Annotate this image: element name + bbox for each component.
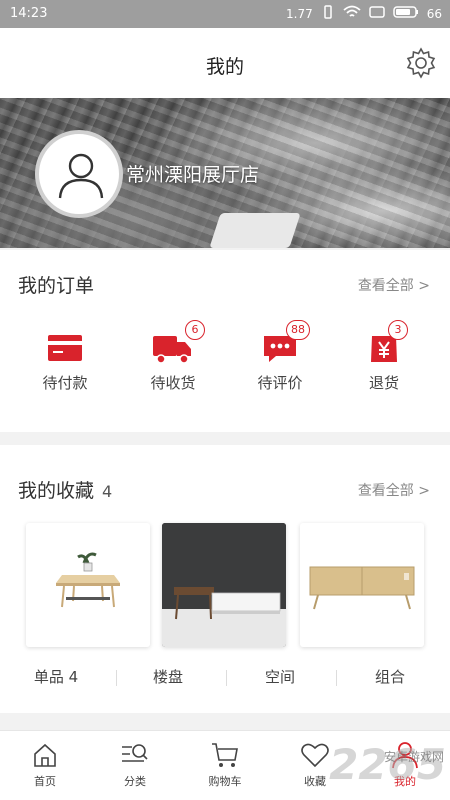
nav-label: 分类 [124, 775, 146, 788]
nav-label: 首页 [34, 775, 56, 788]
favorites-title: 我的收藏 4 [18, 480, 113, 502]
user-icon [58, 153, 104, 199]
nav-category[interactable]: 分类 [90, 739, 180, 789]
order-return[interactable]: 3 退货 [344, 320, 424, 393]
favorites-count: 4 [102, 482, 113, 501]
vibrate-icon [321, 5, 335, 22]
home-icon [34, 743, 56, 767]
avatar[interactable] [35, 130, 123, 218]
sideboard-image [309, 566, 415, 610]
order-label: 待收货 [150, 374, 196, 392]
battery-icon [392, 5, 419, 22]
card-icon [48, 335, 82, 361]
tab-combinations[interactable]: 组合 [334, 666, 446, 687]
orders-title: 我的订单 [18, 275, 95, 297]
category-search-icon [122, 744, 148, 762]
watermark-logo: 2265 安卓游戏网 [329, 740, 446, 789]
settings-button[interactable] [404, 46, 438, 80]
tab-single-items[interactable]: 单品 4 [0, 666, 112, 687]
badge: 88 [286, 320, 310, 340]
favorites-tabs: 单品 4 楼盘 空间 组合 [0, 660, 450, 694]
order-pending-review[interactable]: 88 待评价 [240, 320, 320, 393]
sim-icon [368, 5, 385, 22]
wifi-icon [343, 5, 361, 22]
badge: 6 [185, 320, 205, 340]
tab-spaces[interactable]: 空间 [224, 666, 336, 687]
order-label: 退货 [368, 374, 399, 392]
title-bar: 我的 [0, 28, 450, 98]
nav-cart[interactable]: 购物车 [180, 739, 270, 789]
order-pending-receipt[interactable]: 6 待收货 [133, 320, 213, 393]
favorite-item-sideboard[interactable] [300, 523, 424, 647]
battery-level: 66 [426, 6, 442, 21]
gear-icon [406, 47, 436, 79]
favorites-view-all-link[interactable]: 查看全部 > [358, 480, 430, 500]
order-label: 待付款 [42, 374, 88, 392]
cart-icon [212, 743, 238, 767]
nav-home[interactable]: 首页 [0, 739, 90, 789]
order-label: 待评价 [257, 374, 303, 392]
tab-properties[interactable]: 楼盘 [112, 666, 224, 687]
favorite-item-coffee-table[interactable] [26, 523, 150, 647]
coffee-table-image [56, 552, 120, 608]
badge: 3 [388, 320, 408, 340]
page-title: 我的 [205, 56, 244, 78]
favorites-section: 我的收藏 4 查看全部 > 单品 4 楼盘 空间 组合 [0, 445, 450, 713]
nav-label: 购物车 [208, 775, 242, 788]
order-pending-payment[interactable]: 待付款 [25, 328, 105, 393]
network-speed: 1.77 [286, 6, 313, 21]
orders-view-all-link[interactable]: 查看全部 > [358, 275, 430, 295]
tv-cabinet-image [162, 523, 286, 647]
status-bar: 14:23 1.77 66 [0, 0, 450, 28]
heart-icon [301, 743, 329, 768]
store-name[interactable]: 常州溧阳展厅店 [126, 160, 259, 187]
favorite-item-tv-cabinet[interactable] [162, 523, 286, 647]
orders-section: 我的订单 查看全部 > 待付款 6 待收货 88 待评价 3 退货 [0, 250, 450, 432]
status-time: 14:23 [10, 6, 48, 21]
